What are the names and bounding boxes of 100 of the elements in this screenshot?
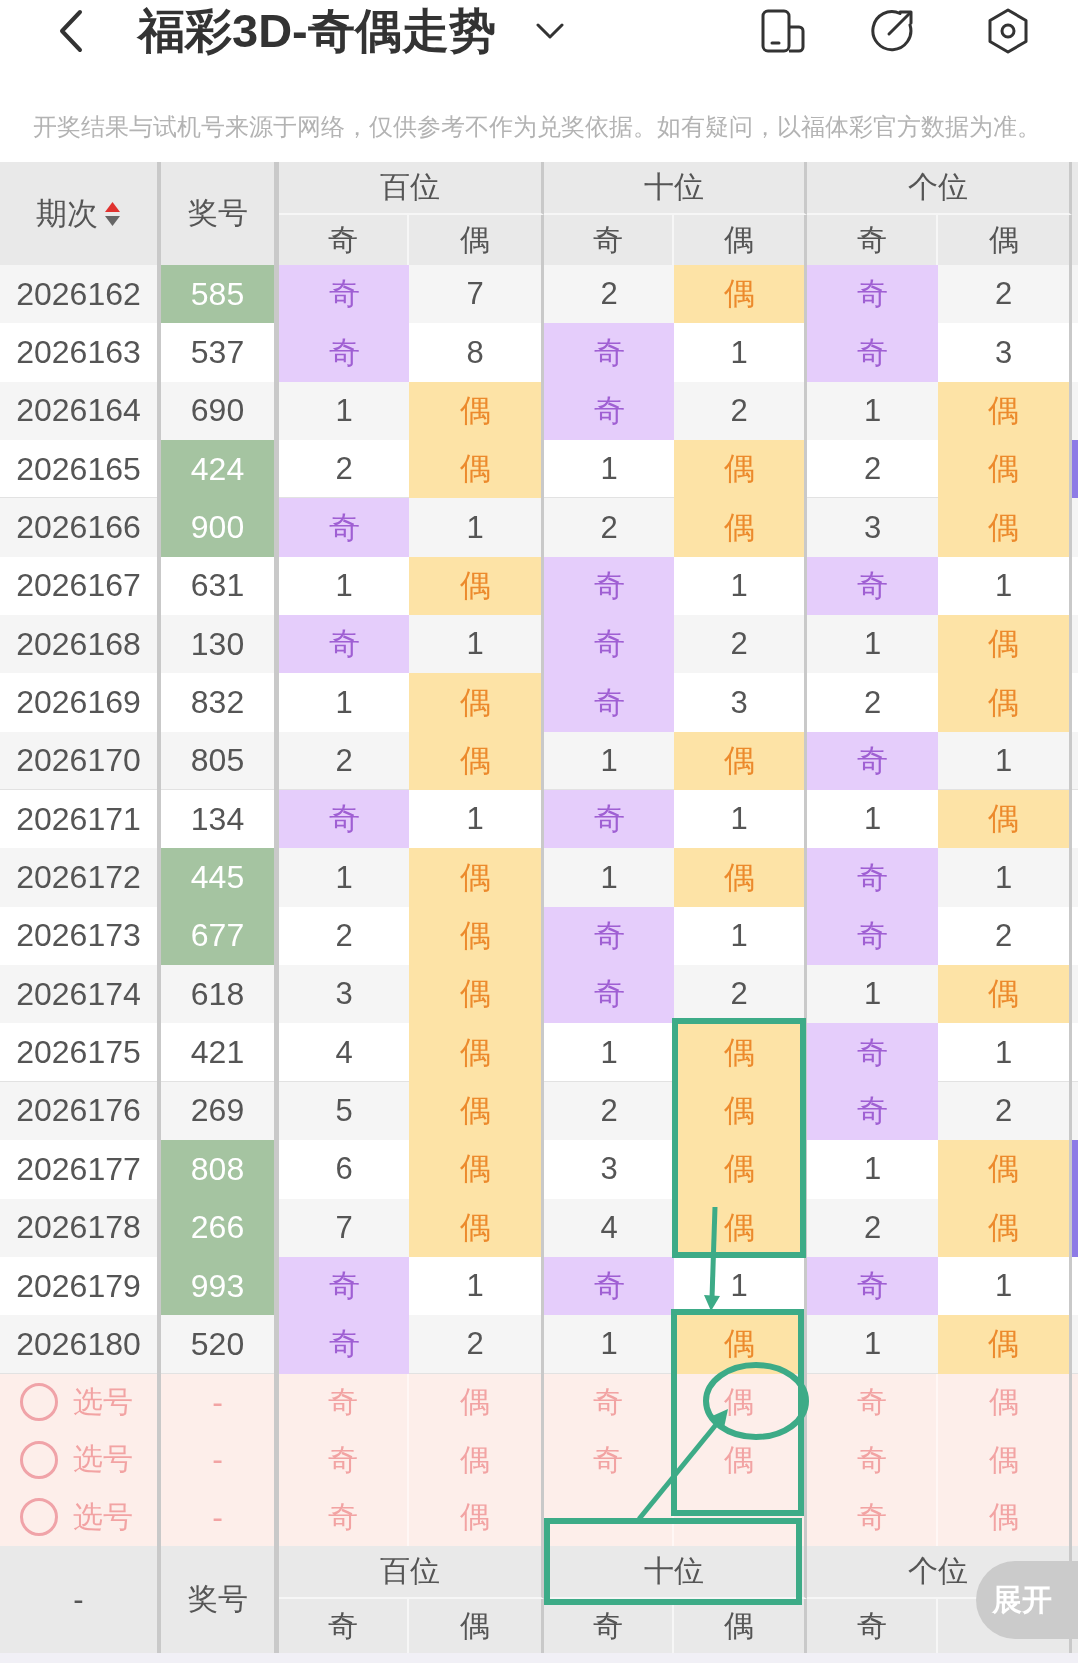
table-cell-text: 1 bbox=[334, 683, 354, 722]
table-cell-text: 1 bbox=[599, 450, 619, 489]
pick-option[interactable]: 奇 bbox=[856, 1500, 887, 1535]
table-cell: 奇 bbox=[279, 498, 409, 557]
table-cell: 266 bbox=[161, 1198, 279, 1257]
table-cell-text: 1 bbox=[334, 858, 354, 897]
column-header: 十位 bbox=[544, 162, 807, 215]
table-cell-text: 2 bbox=[862, 683, 883, 722]
back-icon[interactable] bbox=[58, 9, 84, 53]
table-cell: 奇 bbox=[807, 848, 938, 907]
pick-option[interactable]: 偶 bbox=[724, 1385, 754, 1420]
pick-option[interactable]: 奇 bbox=[328, 1500, 358, 1535]
table-cell: 偶 bbox=[674, 498, 807, 557]
table-cell: 677 bbox=[161, 906, 279, 966]
pick-toggle[interactable]: 选号 bbox=[18, 1496, 133, 1538]
table-cell: 奇 bbox=[279, 323, 409, 382]
table-cell: 808 bbox=[161, 1140, 279, 1199]
table-cell: 偶 bbox=[409, 731, 544, 791]
table-cell-text: 3 bbox=[862, 508, 883, 547]
table-cell: 偶 bbox=[409, 906, 544, 966]
disclaimer-text: 开奖结果与试机号来源于网络，仅供参考不作为兑奖依据。如有疑问，以福体彩官方数据为准。 bbox=[32, 112, 1042, 142]
pick-option[interactable]: 奇 bbox=[856, 1385, 887, 1420]
table-cell: 奇 bbox=[544, 323, 674, 382]
table-cell: 424 bbox=[161, 440, 279, 499]
table-cell: 奇 bbox=[279, 615, 409, 674]
pick-option[interactable]: 偶 bbox=[724, 1442, 754, 1478]
table-cell-text: 1 bbox=[334, 391, 354, 430]
pick-option[interactable]: 奇 bbox=[328, 1442, 358, 1478]
table-cell: 奇 bbox=[807, 556, 938, 616]
pick-toggle[interactable]: 选号 bbox=[18, 1439, 133, 1481]
table-cell: 奇 bbox=[544, 965, 674, 1024]
table-cell: 奇 bbox=[544, 556, 674, 616]
table-cell: 奇 bbox=[807, 265, 938, 324]
table-cell: 偶 bbox=[409, 1023, 544, 1082]
pick-option[interactable]: 奇 bbox=[593, 1442, 623, 1478]
table-cell: 偶 bbox=[674, 731, 807, 791]
table-cell: 奇 bbox=[544, 906, 674, 966]
table-cell: 奇 bbox=[807, 323, 938, 382]
table-cell-text: 2 bbox=[862, 1208, 883, 1247]
table-cell-text: 7 bbox=[334, 1208, 354, 1247]
pick-option[interactable]: 偶 bbox=[460, 1442, 490, 1478]
device-icon[interactable] bbox=[761, 9, 805, 53]
table-cell: 偶 bbox=[938, 440, 1072, 499]
table-cell: 奇 bbox=[279, 265, 409, 324]
chevron-down-icon[interactable] bbox=[535, 23, 564, 39]
table-cell: 偶 bbox=[409, 1140, 544, 1199]
table-cell: 奇 bbox=[279, 1256, 409, 1316]
pick-option[interactable]: 偶 bbox=[460, 1500, 490, 1535]
table-cell: 偶 bbox=[938, 965, 1072, 1024]
table-cell-text: 2 bbox=[862, 450, 883, 489]
table-cell-text: 3 bbox=[334, 975, 354, 1014]
table-cell: 奇 bbox=[544, 615, 674, 674]
column-header: 百位 bbox=[279, 1546, 544, 1600]
table-cell: 偶 bbox=[938, 790, 1072, 849]
table-cell: 993 bbox=[161, 1256, 279, 1316]
table-cell-text: 1 bbox=[862, 1325, 883, 1364]
table-cell: 奇 bbox=[544, 381, 674, 441]
pick-option[interactable]: 奇 bbox=[328, 1385, 358, 1420]
pick-option[interactable]: 奇 bbox=[856, 1442, 887, 1478]
pick-option[interactable]: 偶 bbox=[988, 1385, 1019, 1420]
column-header: 个位 bbox=[807, 162, 1072, 215]
pick-option[interactable]: 偶 bbox=[460, 1385, 490, 1420]
table-cell: 偶 bbox=[409, 673, 544, 732]
table-cell: 偶 bbox=[938, 381, 1072, 441]
pick-option[interactable]: 奇 bbox=[593, 1385, 623, 1420]
table-cell-text: 1 bbox=[599, 858, 619, 897]
table-cell-text: 2 bbox=[334, 450, 354, 489]
table-cell-text: 1 bbox=[862, 391, 883, 430]
table-cell: 偶 bbox=[938, 498, 1072, 557]
pick-toggle[interactable]: 选号 bbox=[18, 1381, 133, 1423]
share-icon[interactable] bbox=[869, 8, 915, 54]
table-cell-text: 1 bbox=[862, 975, 883, 1014]
table-cell: 奇 bbox=[279, 1315, 409, 1374]
table-cell-text: 1 bbox=[862, 800, 883, 839]
table-cell-text: 4 bbox=[334, 1033, 354, 1072]
table-cell-text: 4 bbox=[599, 1208, 619, 1247]
table-cell: 偶 bbox=[674, 848, 807, 907]
table-cell: 900 bbox=[161, 498, 279, 557]
table-cell-text: 1 bbox=[334, 566, 354, 605]
pick-option[interactable]: 偶 bbox=[988, 1500, 1019, 1535]
table-cell-text: 5 bbox=[334, 1092, 354, 1130]
table-cell-text: 1 bbox=[599, 1325, 619, 1364]
table-cell-text: 1 bbox=[862, 1150, 883, 1189]
column-header: 十位 bbox=[544, 1546, 807, 1600]
table-cell: 偶 bbox=[409, 556, 544, 616]
table-cell: 偶 bbox=[409, 381, 544, 441]
table-cell-text: 1 bbox=[599, 741, 619, 780]
table-cell: 445 bbox=[161, 848, 279, 907]
table-cell-text: 2 bbox=[599, 275, 619, 314]
pick-option[interactable]: 偶 bbox=[988, 1442, 1019, 1478]
table-cell: 奇 bbox=[807, 1023, 938, 1082]
table-cell: 奇 bbox=[807, 1081, 938, 1141]
table-cell-text: 2 bbox=[599, 508, 619, 547]
table-cell-text: 2 bbox=[334, 741, 354, 780]
table-cell-text: 1 bbox=[599, 1033, 619, 1072]
table-cell: 偶 bbox=[409, 1198, 544, 1257]
table-cell: 偶 bbox=[409, 440, 544, 499]
table-cell: 585 bbox=[161, 265, 279, 324]
table-cell-text: 2 bbox=[599, 1092, 619, 1130]
table-cell: 偶 bbox=[938, 1140, 1072, 1199]
